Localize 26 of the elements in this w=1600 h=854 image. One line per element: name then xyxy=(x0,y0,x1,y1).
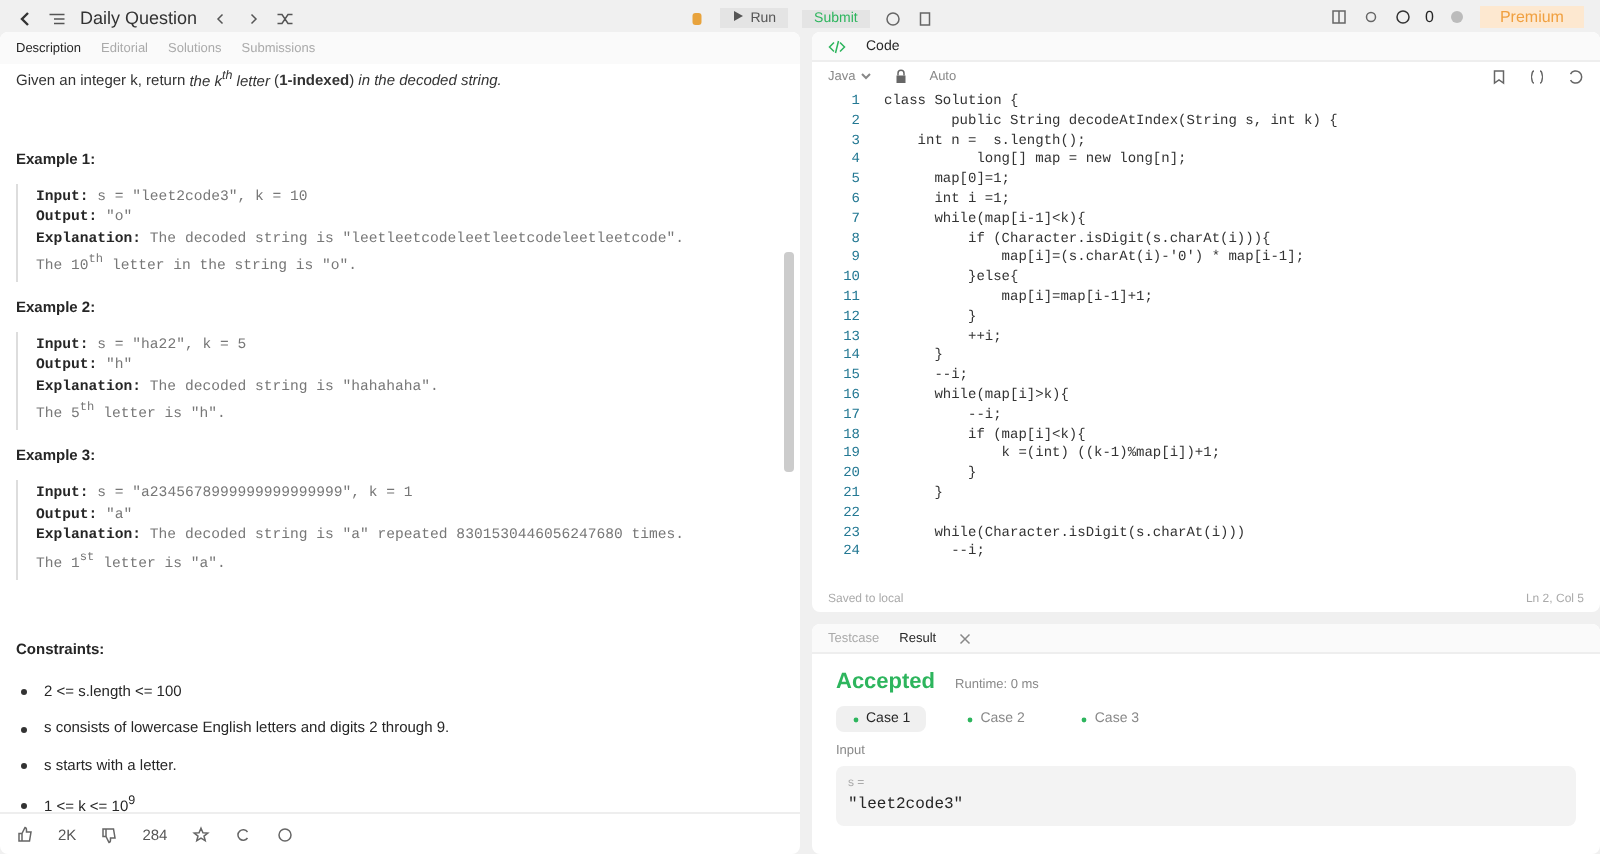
list-icon[interactable] xyxy=(48,9,66,27)
streak-count: 0 xyxy=(1425,8,1434,26)
close-icon[interactable] xyxy=(956,629,975,647)
dot-icon xyxy=(852,715,860,723)
bullet-icon xyxy=(20,762,28,771)
play-icon xyxy=(732,10,745,22)
braces-icon[interactable] xyxy=(1528,67,1546,85)
variable-value: "leet2code3" xyxy=(848,796,966,814)
reset-icon[interactable] xyxy=(1566,67,1584,85)
dot-icon xyxy=(1080,715,1089,723)
problem-list-title[interactable]: Daily Question xyxy=(80,8,198,28)
dot-icon xyxy=(966,715,975,723)
code-icon xyxy=(828,37,846,55)
verdict-text: Accepted xyxy=(836,670,936,694)
bullet-icon xyxy=(20,688,28,697)
thumbs-down-icon[interactable] xyxy=(100,825,119,843)
bullet-icon xyxy=(20,801,28,810)
lock-icon xyxy=(891,67,910,85)
bullet-icon xyxy=(20,725,28,734)
bookmark-icon[interactable] xyxy=(1490,67,1508,85)
shuffle-icon[interactable] xyxy=(275,9,294,27)
chevron-down-icon xyxy=(859,72,872,80)
layout-icon[interactable] xyxy=(1329,8,1348,26)
star-icon[interactable] xyxy=(191,825,210,843)
thumbs-up-icon[interactable] xyxy=(16,825,34,843)
scrollbar[interactable] xyxy=(784,252,794,472)
